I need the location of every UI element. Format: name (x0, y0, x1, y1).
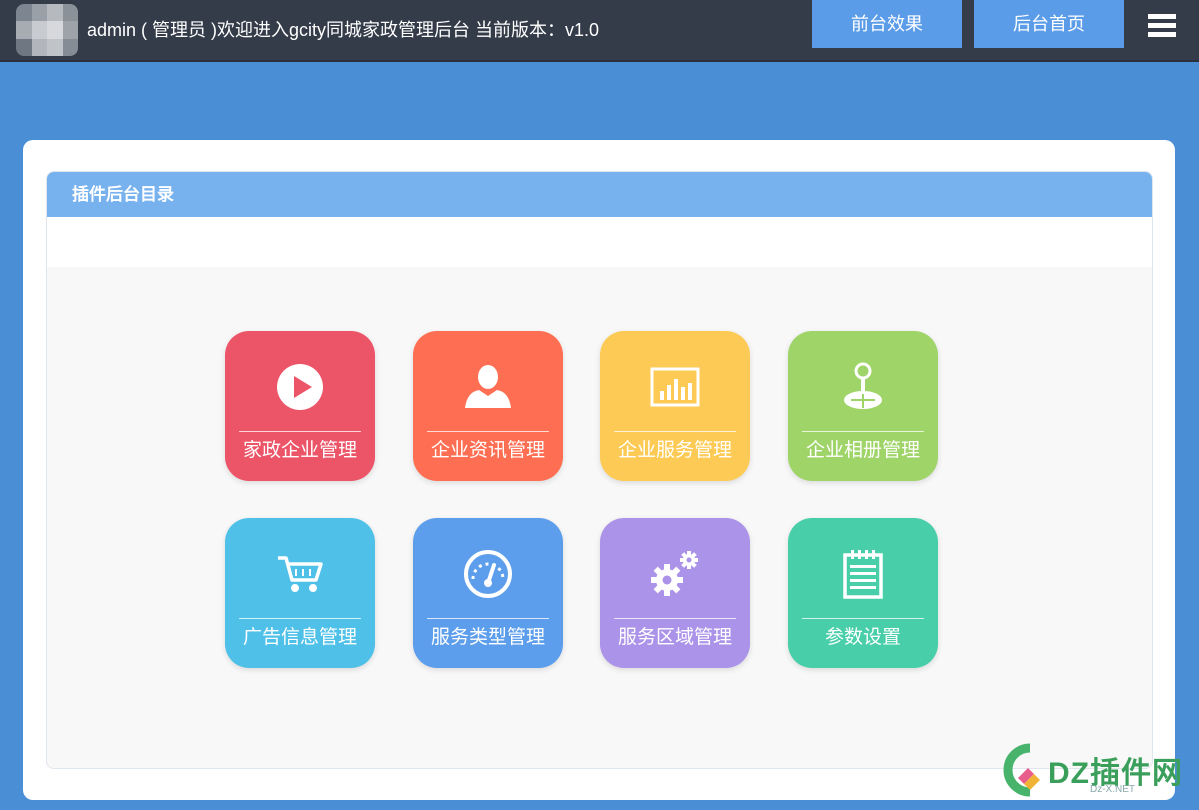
joystick-icon (788, 359, 938, 415)
tile-company-services[interactable]: 企业服务管理 (600, 331, 750, 481)
bar-chart-icon (600, 359, 750, 415)
dashboard-icon (413, 546, 563, 602)
tile-service-areas[interactable]: 服务区域管理 (600, 518, 750, 668)
user-icon (413, 359, 563, 415)
notepad-icon (788, 546, 938, 602)
admin-home-button[interactable]: 后台首页 (974, 0, 1124, 48)
tile-grid: 家政企业管理 企业资讯管理 企业服务管理 企业相册管理 广告信息管理 服务类型管… (47, 267, 1152, 768)
tile-company-news[interactable]: 企业资讯管理 (413, 331, 563, 481)
plugin-directory-panel: 插件后台目录 家政企业管理 企业资讯管理 企业服务管理 企业相册管理 广告信息管… (46, 171, 1153, 769)
hamburger-menu-icon[interactable] (1148, 14, 1176, 44)
watermark-subtext: Dz-X.NET (1090, 784, 1135, 795)
avatar[interactable] (16, 4, 78, 56)
tile-ad-info[interactable]: 广告信息管理 (225, 518, 375, 668)
tile-label: 企业资讯管理 (430, 440, 545, 461)
tile-label: 企业服务管理 (617, 440, 732, 461)
tile-label: 服务类型管理 (430, 627, 545, 648)
main-card: 插件后台目录 家政企业管理 企业资讯管理 企业服务管理 企业相册管理 广告信息管… (23, 140, 1175, 800)
top-bar: admin ( 管理员 )欢迎进入gcity同城家政管理后台 当前版本：v1.0… (0, 0, 1199, 62)
tile-label: 家政企业管理 (242, 440, 357, 461)
tile-label: 广告信息管理 (242, 627, 357, 648)
gears-icon (600, 546, 750, 602)
panel-title: 插件后台目录 (47, 172, 1152, 217)
tile-label: 参数设置 (824, 627, 901, 648)
tile-service-types[interactable]: 服务类型管理 (413, 518, 563, 668)
tile-label: 服务区域管理 (617, 627, 732, 648)
tile-label: 企业相册管理 (805, 440, 920, 461)
frontend-view-button[interactable]: 前台效果 (812, 0, 962, 48)
play-icon (225, 359, 375, 415)
tile-company-album[interactable]: 企业相册管理 (788, 331, 938, 481)
tile-home-service-company[interactable]: 家政企业管理 (225, 331, 375, 481)
shopping-cart-icon (225, 546, 375, 602)
watermark-logo: DZ插件网 Dz-X.NET (1000, 742, 1190, 802)
welcome-text: admin ( 管理员 )欢迎进入gcity同城家政管理后台 当前版本：v1.0 (87, 20, 600, 40)
tile-settings[interactable]: 参数设置 (788, 518, 938, 668)
